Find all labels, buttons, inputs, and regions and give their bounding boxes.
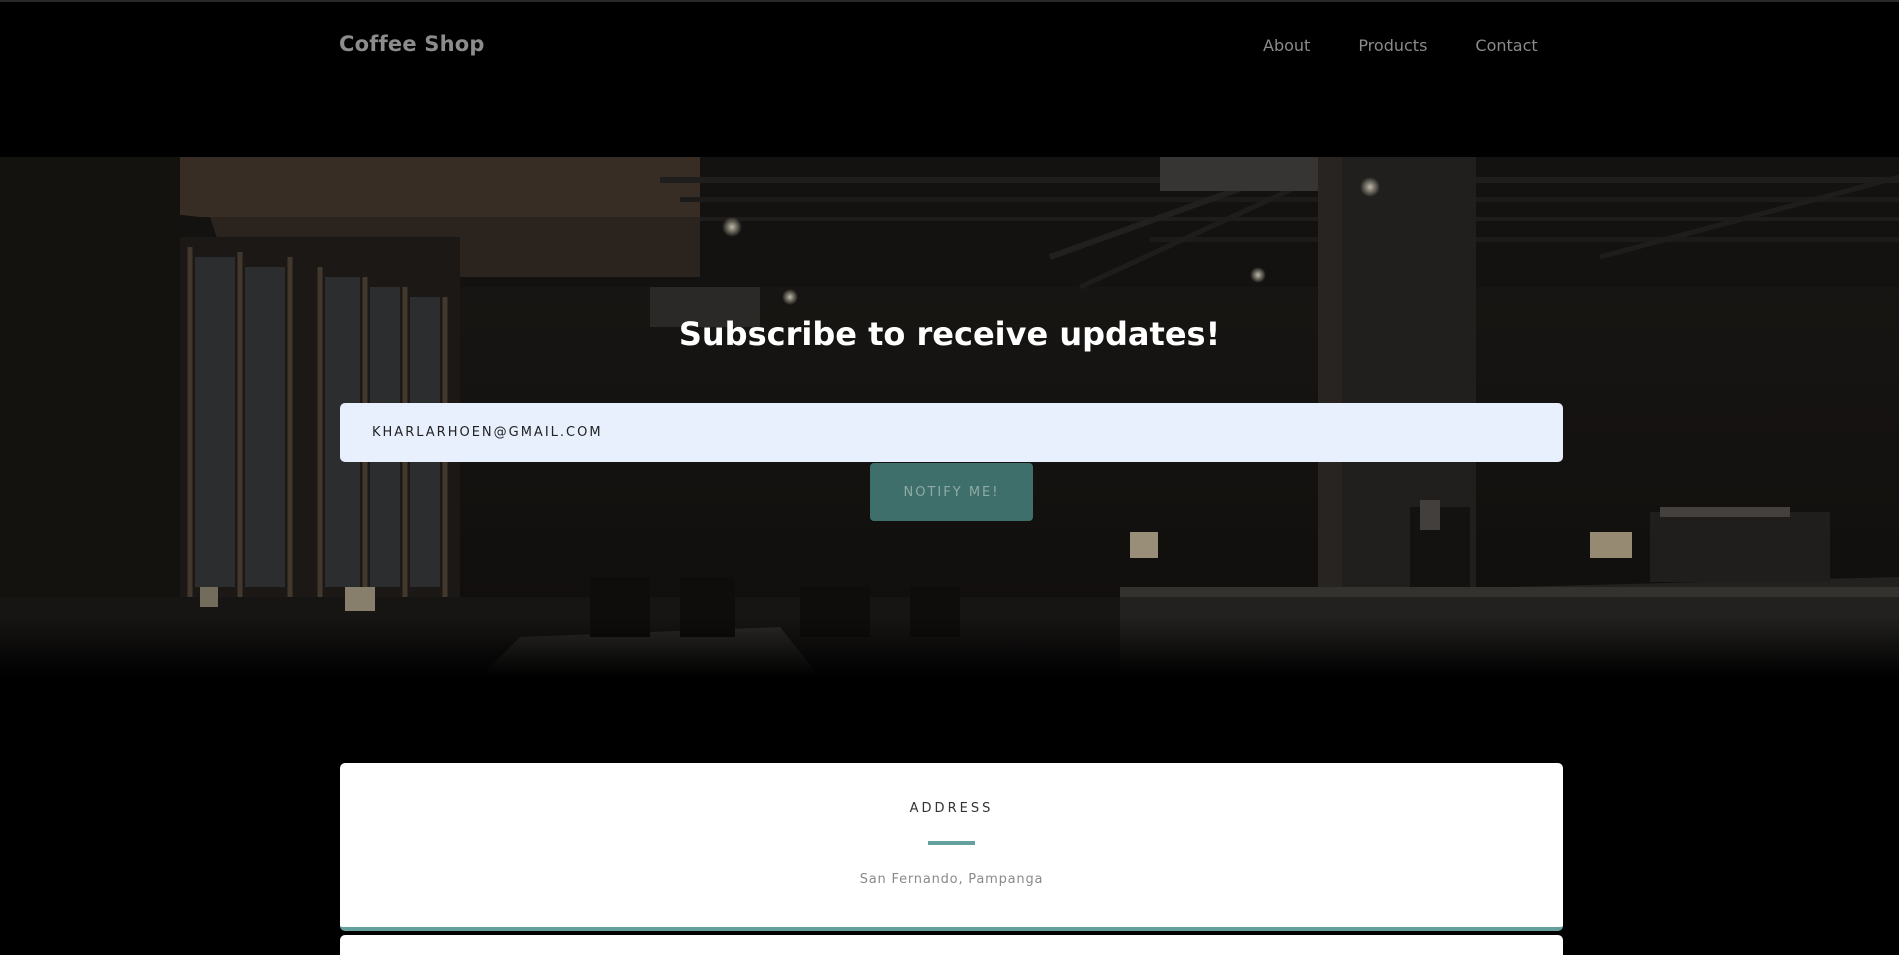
address-card-title: ADDRESS [909, 801, 994, 816]
signup-section: Subscribe to receive updates! NOTIFY ME! [0, 157, 1899, 677]
email-input[interactable] [340, 403, 1563, 462]
nav-link-contact[interactable]: Contact [1475, 36, 1537, 55]
signup-heading: Subscribe to receive updates! [678, 315, 1221, 353]
hero-bottom-fade [0, 617, 1899, 677]
brand-logo[interactable]: Coffee Shop [339, 32, 485, 56]
address-card: ADDRESS San Fernando, Pampanga [340, 763, 1563, 931]
address-card-text: San Fernando, Pampanga [859, 872, 1044, 887]
page: Coffee Shop About Products Contact Subsc… [0, 0, 1899, 955]
nav-link-products[interactable]: Products [1358, 36, 1427, 55]
notify-me-button[interactable]: NOTIFY ME! [870, 463, 1033, 521]
next-card [340, 935, 1563, 955]
address-card-divider [928, 841, 975, 845]
navbar: Coffee Shop About Products Contact [0, 2, 1899, 90]
nav-link-about[interactable]: About [1263, 36, 1310, 55]
nav-links: About Products Contact [1263, 36, 1538, 55]
